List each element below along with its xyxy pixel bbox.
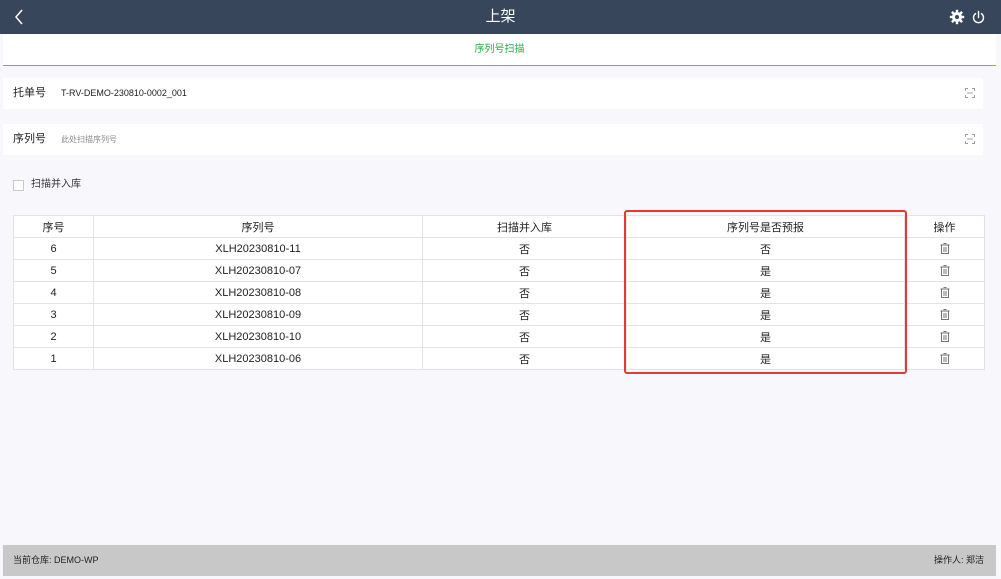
tray-number-row: 托单号 T-RV-DEMO-230810-0002_001 (3, 78, 983, 109)
cell-forecast: 是 (626, 325, 905, 348)
cell-serial: XLH20230810-07 (93, 259, 423, 282)
cell-serial: XLH20230810-10 (93, 325, 423, 348)
cell-index: 3 (13, 303, 94, 326)
table-row: 2 XLH20230810-10 否 是 (13, 325, 985, 348)
scan-icon[interactable] (965, 134, 975, 144)
scan-and-store-label: 扫描并入库 (31, 179, 81, 190)
cell-scanned: 否 (422, 237, 627, 260)
cell-index: 5 (13, 259, 94, 282)
cell-scanned: 否 (422, 259, 627, 282)
cell-action (904, 237, 985, 260)
cell-index: 6 (13, 237, 94, 260)
column-header-index: 序号 (13, 215, 94, 238)
cell-scanned: 否 (422, 303, 627, 326)
cell-forecast: 是 (626, 303, 905, 326)
table-row: 4 XLH20230810-08 否 是 (13, 281, 985, 304)
settings-button[interactable] (949, 9, 965, 25)
top-header: 上架 (0, 0, 1001, 34)
cell-serial: XLH20230810-06 (93, 347, 423, 370)
serial-number-input[interactable] (59, 129, 943, 150)
status-footer: 当前仓库: DEMO-WP 操作人: 郑洁 (3, 545, 996, 576)
trash-icon[interactable] (940, 265, 950, 277)
power-icon (972, 10, 985, 24)
cell-action (904, 325, 985, 348)
scan-icon[interactable] (965, 88, 975, 98)
cell-index: 1 (13, 347, 94, 370)
cell-scanned: 否 (422, 281, 627, 304)
serial-number-row: 序列号 (3, 124, 983, 155)
tray-number-value: T-RV-DEMO-230810-0002_001 (61, 88, 187, 98)
cell-action (904, 259, 985, 282)
trash-icon[interactable] (940, 287, 950, 299)
column-header-scanned: 扫描并入库 (422, 215, 627, 238)
current-warehouse: 当前仓库: DEMO-WP (13, 555, 99, 565)
cell-scanned: 否 (422, 325, 627, 348)
cell-forecast: 是 (626, 281, 905, 304)
table-row: 5 XLH20230810-07 否 是 (13, 259, 985, 282)
table-row: 3 XLH20230810-09 否 是 (13, 303, 985, 326)
table-header-row: 序号 序列号 扫描并入库 序列号是否预报 操作 (13, 215, 985, 238)
cell-action (904, 303, 985, 326)
column-header-serial: 序列号 (93, 215, 423, 238)
cell-index: 4 (13, 281, 94, 304)
table-row: 1 XLH20230810-06 否 是 (13, 347, 985, 370)
trash-icon[interactable] (940, 309, 950, 321)
cell-serial: XLH20230810-11 (93, 237, 423, 260)
logout-button[interactable] (971, 10, 986, 25)
trash-icon[interactable] (940, 353, 950, 365)
cell-scanned: 否 (422, 347, 627, 370)
cell-forecast: 否 (626, 237, 905, 260)
cell-forecast: 是 (626, 347, 905, 370)
cell-serial: XLH20230810-09 (93, 303, 423, 326)
gear-icon (949, 9, 965, 25)
cell-serial: XLH20230810-08 (93, 281, 423, 304)
trash-icon[interactable] (940, 331, 950, 343)
column-header-action: 操作 (904, 215, 985, 238)
cell-forecast: 是 (626, 259, 905, 282)
section-title: 序列号扫描 (3, 34, 996, 66)
column-header-forecast: 序列号是否预报 (626, 215, 905, 238)
cell-action (904, 281, 985, 304)
table-row: 6 XLH20230810-11 否 否 (13, 237, 985, 260)
operator-name: 操作人: 郑洁 (933, 555, 984, 565)
serial-table: 序号 序列号 扫描并入库 序列号是否预报 操作 6 XLH20230810-11… (13, 215, 985, 370)
cell-action (904, 347, 985, 370)
tray-number-label: 托单号 (13, 87, 46, 99)
trash-icon[interactable] (940, 243, 950, 255)
cell-index: 2 (13, 325, 94, 348)
page-title: 上架 (485, 8, 516, 25)
serial-number-label: 序列号 (13, 133, 46, 145)
scan-and-store-checkbox[interactable] (13, 180, 24, 191)
